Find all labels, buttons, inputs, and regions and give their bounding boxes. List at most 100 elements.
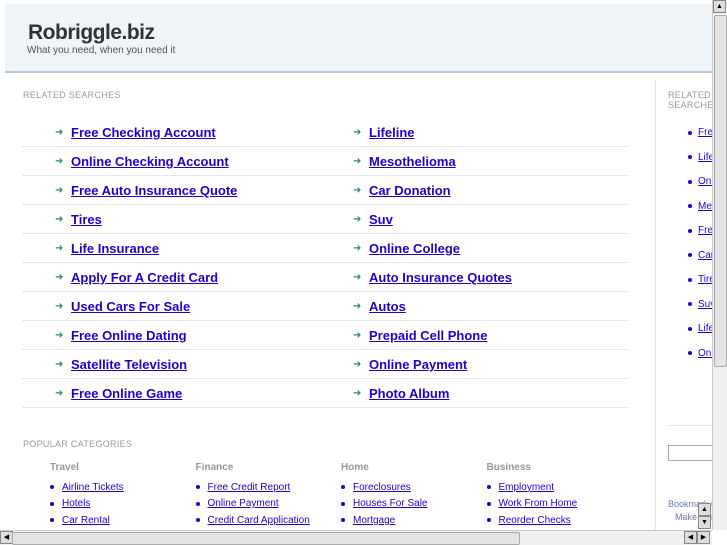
related-link[interactable]: Life Insurance <box>71 241 159 256</box>
category-link[interactable]: Hotels <box>62 498 90 509</box>
sidebar-item: Online College <box>688 348 712 359</box>
category-link[interactable]: Employment <box>499 482 555 493</box>
related-link[interactable]: Online Checking Account <box>71 154 229 169</box>
related-link[interactable]: Satellite Television <box>71 357 187 372</box>
related-item: ➜ Tires <box>55 205 102 234</box>
bullet-icon <box>688 155 692 159</box>
related-link[interactable]: Photo Album <box>369 386 449 401</box>
arrow-icon: ➜ <box>353 359 362 370</box>
arrow-icon: ➜ <box>353 301 362 312</box>
horizontal-scrollbar[interactable]: ◀ ◀ ▶ <box>0 530 712 545</box>
arrow-icon: ➜ <box>55 359 64 370</box>
scroll-up-icon[interactable]: ▲ <box>713 0 726 13</box>
horizontal-scroll-thumb[interactable] <box>12 532 520 545</box>
sidebar-link[interactable]: Free Auto Insurance Quote <box>698 225 712 236</box>
vertical-scrollbar[interactable]: ▲ <box>712 0 727 530</box>
category-link[interactable]: Free Credit Report <box>208 482 291 493</box>
bullet-icon <box>688 179 692 184</box>
sidebar-link[interactable]: Tires <box>698 274 712 285</box>
related-link[interactable]: Free Auto Insurance Quote <box>71 183 237 198</box>
header: Robriggle.biz What you need, when you ne… <box>5 4 712 73</box>
category-link[interactable]: Houses For Sale <box>353 498 427 509</box>
related-link[interactable]: Mesothelioma <box>369 154 456 169</box>
sidebar-search-input[interactable] <box>668 445 712 461</box>
category-link[interactable]: Credit Card Application <box>208 515 310 526</box>
related-link[interactable]: Prepaid Cell Phone <box>369 328 487 343</box>
related-row: ➜ Tires ➜ Suv <box>23 205 628 234</box>
sidebar-link[interactable]: Lifeline <box>698 152 712 163</box>
related-link[interactable]: Lifeline <box>369 125 415 140</box>
related-link[interactable]: Apply For A Credit Card <box>71 270 218 285</box>
related-link[interactable]: Suv <box>369 212 393 227</box>
popular-categories-heading: POPULAR CATEGORIES <box>23 439 133 449</box>
arrow-icon: ➜ <box>55 301 64 312</box>
bullet-icon <box>341 501 345 506</box>
category-item: Online Payment <box>195 496 336 513</box>
scroll-down-icon[interactable]: ▼ <box>698 516 711 529</box>
related-row: ➜ Apply For A Credit Card ➜ Auto Insurance … <box>23 263 628 292</box>
sidebar-item: Car Donation <box>688 250 712 261</box>
category-item: Reorder Checks <box>486 512 627 529</box>
scroll-up-small-icon[interactable]: ▲ <box>698 503 711 516</box>
related-row: ➜ Life Insurance ➜ Online College <box>23 234 628 263</box>
related-link[interactable]: Online College <box>369 241 460 256</box>
category-title: Business <box>486 462 531 473</box>
sidebar-item: Suv <box>688 299 712 310</box>
arrow-icon: ➜ <box>353 388 362 399</box>
related-link[interactable]: Used Cars For Sale <box>71 299 190 314</box>
category-link[interactable]: Foreclosures <box>353 482 411 493</box>
sidebar-link[interactable]: Free Checking Account <box>698 127 712 138</box>
sidebar-link[interactable]: Suv <box>698 299 712 310</box>
related-item: ➜ Apply For A Credit Card <box>55 263 218 292</box>
category-link[interactable]: Mortgage <box>353 515 395 526</box>
category-link[interactable]: Reorder Checks <box>499 515 571 526</box>
scroll-left-end-icon[interactable]: ◀ <box>684 531 697 544</box>
related-item: ➜ Free Online Game <box>55 379 182 408</box>
category-link[interactable]: Car Rental <box>62 515 110 526</box>
related-item: ➜ Online Payment <box>353 350 467 379</box>
sidebar-item: Lifeline <box>688 152 712 163</box>
related-link[interactable]: Tires <box>71 212 102 227</box>
category-item: Employment <box>486 479 627 496</box>
related-link[interactable]: Free Checking Account <box>71 125 216 140</box>
sidebar-heading: RELATED SEARCHES <box>668 90 712 110</box>
category-link[interactable]: Airline Tickets <box>62 482 124 493</box>
bullet-icon <box>341 518 345 523</box>
related-link[interactable]: Free Online Dating <box>71 328 187 343</box>
related-item: ➜ Suv <box>353 205 393 234</box>
category-link[interactable]: Work From Home <box>499 498 578 509</box>
related-item: ➜ Auto Insurance Quotes <box>353 263 512 292</box>
related-item: ➜ Prepaid Cell Phone <box>353 321 487 350</box>
sidebar: RELATED SEARCHES Free Checking Account Li… <box>668 80 712 530</box>
sidebar-link[interactable]: Car Donation <box>698 250 712 261</box>
category-link[interactable]: Online Payment <box>208 498 279 509</box>
sidebar-item: Free Checking Account <box>688 127 712 138</box>
vertical-scroll-thumb[interactable] <box>714 15 727 367</box>
sidebar-link[interactable]: Online Checking Account <box>698 176 712 187</box>
bullet-icon <box>341 485 345 490</box>
related-item: ➜ Satellite Television <box>55 350 187 379</box>
category-title: Finance <box>195 462 234 473</box>
sidebar-item: Free Auto Insurance Quote <box>688 225 712 236</box>
related-link[interactable]: Auto Insurance Quotes <box>369 270 512 285</box>
related-link[interactable]: Online Payment <box>369 357 467 372</box>
sidebar-link[interactable]: Life Insurance <box>698 323 712 334</box>
bullet-icon <box>688 326 692 331</box>
related-row: ➜ Free Checking Account ➜ Lifeline <box>23 118 628 147</box>
related-item: ➜ Mesothelioma <box>353 147 456 176</box>
sidebar-link[interactable]: Online College <box>698 348 712 359</box>
bullet-icon <box>688 351 692 355</box>
related-link[interactable]: Car Donation <box>369 183 451 198</box>
related-link[interactable]: Free Online Game <box>71 386 182 401</box>
bullet-icon <box>688 277 692 282</box>
arrow-icon: ➜ <box>353 243 362 254</box>
scroll-right-icon[interactable]: ▶ <box>697 531 710 544</box>
related-link[interactable]: Autos <box>369 299 406 314</box>
bullet-icon <box>486 485 491 490</box>
category-title: Home <box>341 462 369 473</box>
related-item: ➜ Lifeline <box>353 118 415 147</box>
category-business: Business Employment Work From Home Reorder … <box>486 462 627 529</box>
sidebar-link[interactable]: Mesothelioma <box>698 201 712 212</box>
bullet-icon <box>688 130 692 135</box>
arrow-icon: ➜ <box>55 156 64 167</box>
